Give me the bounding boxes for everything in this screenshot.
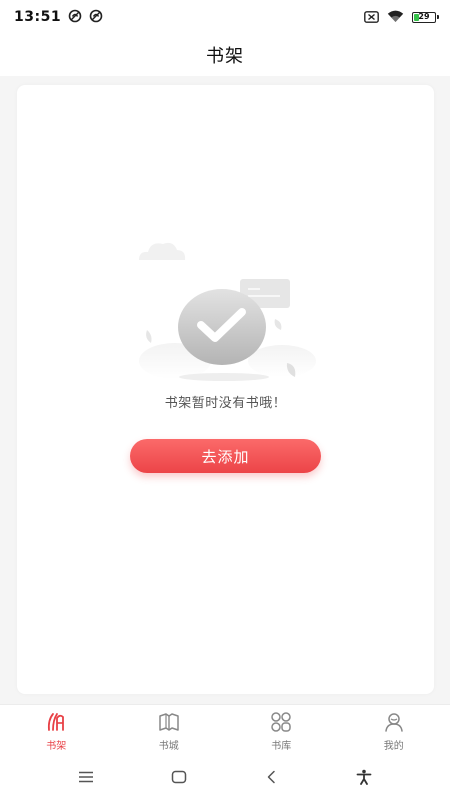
tab-book-store[interactable]: 书城 [113, 705, 226, 755]
empty-illustration [137, 235, 317, 390]
tab-label: 书城 [158, 740, 179, 752]
page-title: 书架 [206, 46, 244, 67]
bookshelf-icon [45, 711, 67, 733]
home-icon[interactable] [164, 762, 194, 792]
profile-icon [383, 711, 405, 733]
book-store-icon [158, 711, 180, 733]
status-bar: 13:51 29 [0, 0, 450, 34]
tab-bar: 书架 书城 书库 我的 [0, 704, 450, 755]
tab-library[interactable]: 书库 [225, 705, 338, 755]
battery-icon: 29 [412, 11, 439, 23]
accessibility-icon[interactable] [349, 762, 379, 792]
status-time: 13:51 [14, 9, 62, 25]
library-icon [270, 711, 292, 733]
menu-icon[interactable] [71, 762, 101, 792]
tab-bookshelf[interactable]: 书架 [0, 705, 113, 755]
tab-profile[interactable]: 我的 [338, 705, 450, 755]
wifi-icon [387, 8, 404, 27]
bookshelf-card: 书架暂时没有书哦！ 去添加 [17, 85, 434, 694]
notification-icon [89, 8, 103, 27]
sim-icon [364, 8, 379, 27]
battery-level: 29 [418, 11, 430, 21]
empty-message: 书架暂时没有书哦！ [164, 396, 287, 411]
header: 书架 [0, 34, 450, 76]
tab-label: 书架 [46, 740, 67, 752]
tab-label: 我的 [383, 740, 404, 752]
back-icon[interactable] [256, 762, 286, 792]
add-book-button[interactable]: 去添加 [130, 439, 321, 473]
notification-icon [68, 8, 82, 27]
system-nav-bar [0, 754, 450, 800]
tab-label: 书库 [271, 740, 292, 752]
